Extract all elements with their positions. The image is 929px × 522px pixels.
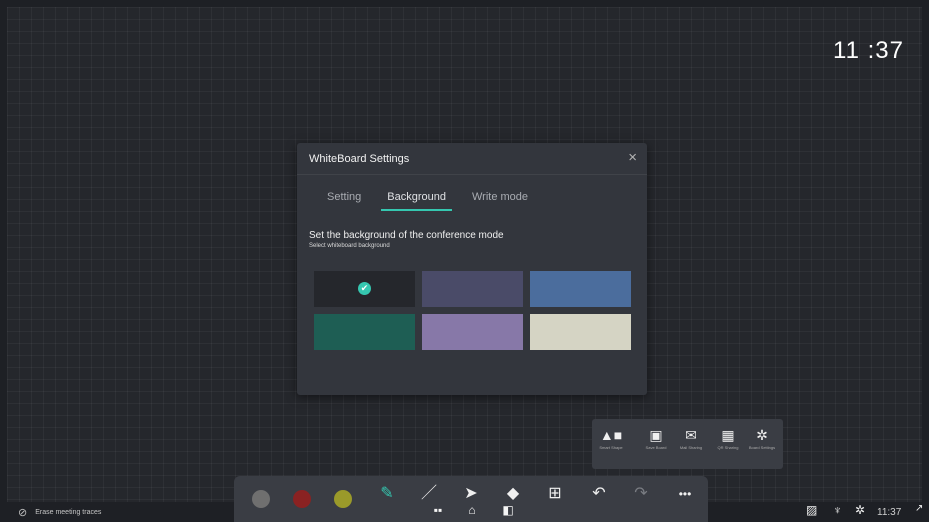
color-red-button[interactable]	[287, 484, 317, 514]
color-dot	[293, 490, 311, 508]
check-icon: ✔	[358, 282, 371, 295]
eraser-icon: ◆	[506, 485, 520, 502]
background-swatches: ✔	[314, 271, 631, 350]
tray-time: 11:37	[877, 507, 902, 518]
expand-icon[interactable]: ↗	[915, 503, 923, 514]
whiteboard-settings-dialog: WhiteBoard Settings × Setting Background…	[297, 143, 647, 395]
mail-icon: ✉	[685, 427, 697, 443]
tool-label: Mail Sharing	[679, 445, 703, 450]
swatch-cream[interactable]	[530, 314, 631, 350]
undo-icon: ↶	[592, 485, 606, 502]
swatch-dark[interactable]: ✔	[314, 271, 415, 307]
clock: 11 :37	[833, 37, 904, 64]
tab-write-mode[interactable]: Write mode	[466, 191, 534, 211]
apps-icon[interactable]: ▪▪	[429, 503, 447, 521]
more-icon: •••	[678, 487, 692, 501]
tab-setting[interactable]: Setting	[321, 191, 367, 211]
more-tools-panel: ▲■ Smart Shape ▣ Save Board ✉ Mail Shari…	[592, 419, 783, 469]
qr-icon: ▦	[721, 427, 735, 443]
board-settings-button[interactable]: ✲ Board Settings	[747, 425, 777, 450]
color-dot	[334, 490, 352, 508]
save-icon: ▣	[649, 427, 663, 443]
redo-icon: ↷	[634, 485, 648, 502]
smart-shape-button[interactable]: ▲■ Smart Shape	[596, 425, 626, 450]
pen-button[interactable]: ✎	[372, 484, 402, 514]
redo-button[interactable]: ↷	[626, 484, 656, 514]
close-icon[interactable]: ×	[628, 149, 637, 166]
settings-tabs: Setting Background Write mode	[321, 191, 548, 211]
gear-icon: ✲	[756, 427, 768, 443]
pen-icon: ✎	[380, 485, 394, 502]
undo-button[interactable]: ↶	[584, 484, 614, 514]
settings-gear-icon[interactable]: ✲	[855, 503, 865, 517]
save-board-button[interactable]: ▣ Save Board	[641, 425, 671, 450]
insert-button[interactable]: ⊞	[540, 484, 570, 514]
background-subdescription: Select whiteboard background	[309, 243, 390, 249]
microphone-icon[interactable]: ♆	[833, 503, 842, 517]
erase-meeting-traces-button[interactable]: ⊘ Erase meeting traces	[18, 506, 101, 519]
smart-shape-icon: ▲■	[599, 427, 623, 443]
tool-label: QR Sharing	[717, 445, 739, 450]
home-icon[interactable]: ⌂	[463, 503, 481, 521]
tab-background[interactable]: Background	[381, 191, 452, 211]
color-olive-button[interactable]	[328, 484, 358, 514]
tool-label: Board Settings	[748, 445, 776, 450]
swatch-green[interactable]	[314, 314, 415, 350]
color-dot	[252, 490, 270, 508]
qr-sharing-button[interactable]: ▦ QR Sharing	[713, 425, 743, 450]
background-description: Set the background of the conference mod…	[309, 230, 504, 241]
highlighter-icon: ／	[420, 485, 437, 502]
tool-label: Save Board	[645, 445, 667, 450]
divider	[297, 174, 647, 175]
erase-label: Erase meeting traces	[35, 509, 102, 516]
system-nav: ▪▪ ⌂ ◧	[425, 503, 525, 521]
select-icon: ➤	[464, 485, 478, 502]
swatch-slate[interactable]	[422, 271, 523, 307]
more-button[interactable]: •••	[670, 484, 700, 514]
mail-sharing-button[interactable]: ✉ Mail Sharing	[676, 425, 706, 450]
swatch-blue[interactable]	[530, 271, 631, 307]
erase-traces-icon: ⊘	[18, 507, 28, 519]
windows-icon[interactable]: ◧	[499, 503, 517, 521]
tool-label: Smart Shape	[599, 445, 623, 450]
screenshot-icon[interactable]: ▨	[806, 503, 817, 517]
color-gray-button[interactable]	[246, 484, 276, 514]
dialog-title: WhiteBoard Settings	[309, 153, 410, 165]
swatch-purple[interactable]	[422, 314, 523, 350]
insert-icon: ⊞	[548, 485, 562, 502]
